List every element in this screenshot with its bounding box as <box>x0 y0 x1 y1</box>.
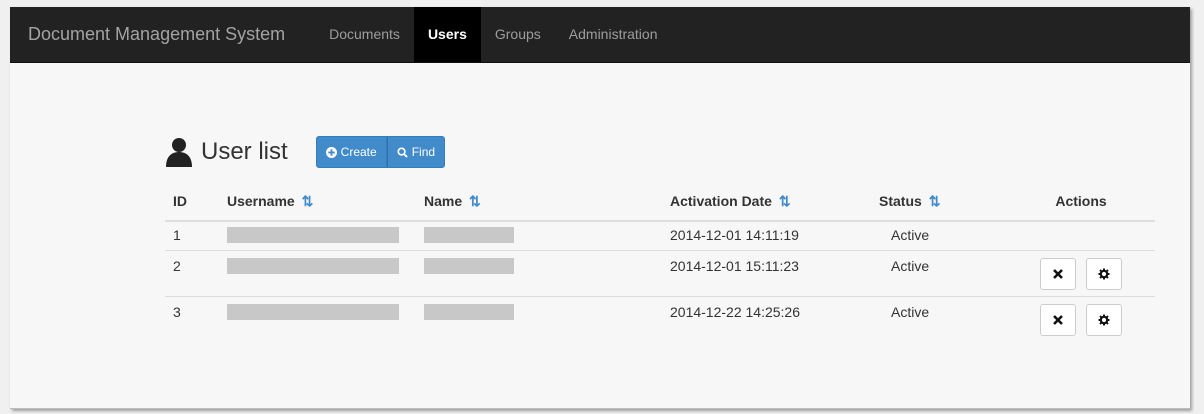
header-button-group: Create Find <box>315 136 446 168</box>
column-header-actions: Actions <box>1007 182 1155 222</box>
nav-groups[interactable]: Groups <box>481 7 555 62</box>
table-row: 2 2014-12-01 15:11:23 Active <box>165 250 1155 297</box>
cell-name <box>416 296 662 342</box>
user-icon <box>166 138 192 167</box>
create-button[interactable]: Create <box>315 136 387 168</box>
close-icon <box>1053 315 1063 325</box>
cell-name <box>416 221 662 251</box>
page-title: User list <box>201 138 288 165</box>
column-header-id-label: ID <box>173 193 187 209</box>
delete-user-button[interactable] <box>1040 304 1077 336</box>
brand-link[interactable]: Document Management System <box>10 7 285 62</box>
column-header-name-label: Name <box>424 192 463 209</box>
cell-activation-date: 2014-12-01 15:11:23 <box>662 250 871 297</box>
redacted-name <box>424 304 514 320</box>
sort-username-icon[interactable]: ⇅ <box>302 193 314 209</box>
cell-id: 1 <box>173 227 181 243</box>
nav-users[interactable]: Users <box>413 7 481 62</box>
plus-circle-icon <box>325 146 337 158</box>
cell-name <box>416 250 662 297</box>
cell-username <box>219 221 416 251</box>
sort-activation-date-icon[interactable]: ⇅ <box>779 193 791 209</box>
cell-status: Active <box>891 227 930 243</box>
gear-icon <box>1098 268 1110 280</box>
cell-status: Active <box>871 296 1007 342</box>
cell-activation-date: 2014-12-01 14:11:19 <box>670 227 799 243</box>
cell-activation-date: 2014-12-22 14:25:26 <box>662 296 871 342</box>
column-header-status: Status ⇅ <box>871 182 1007 222</box>
create-button-label: Create <box>340 145 377 159</box>
close-icon <box>1053 269 1063 279</box>
redacted-username <box>227 304 399 320</box>
find-button[interactable]: Find <box>386 136 446 168</box>
table-header-row: ID Username ⇅ Name ⇅ Activation Date ⇅ S… <box>165 182 1155 222</box>
column-header-status-label: Status <box>879 192 922 209</box>
cell-actions <box>1007 221 1155 251</box>
settings-user-button[interactable] <box>1085 258 1122 290</box>
table-row: 1 2014-12-01 14:11:19 Active <box>165 221 1155 251</box>
top-navbar: Document Management System Documents Use… <box>10 7 1190 63</box>
delete-user-button[interactable] <box>1040 258 1077 290</box>
page-header: User list Create Find <box>165 132 1155 172</box>
cell-actions <box>1007 250 1155 297</box>
nav-administration[interactable]: Administration <box>555 7 672 62</box>
sort-status-icon[interactable]: ⇅ <box>929 193 941 209</box>
gear-icon <box>1098 314 1110 326</box>
column-header-username: Username ⇅ <box>219 182 416 222</box>
column-header-actions-label: Actions <box>1055 193 1107 209</box>
cell-actions <box>1007 296 1155 342</box>
cell-id: 3 <box>165 296 219 342</box>
user-table: ID Username ⇅ Name ⇅ Activation Date ⇅ S… <box>165 182 1155 342</box>
sort-name-icon[interactable]: ⇅ <box>469 193 481 209</box>
cell-status: Active <box>871 250 1007 297</box>
redacted-name <box>424 227 514 243</box>
find-button-label: Find <box>411 145 436 159</box>
table-row: 3 2014-12-22 14:25:26 Active <box>165 296 1155 342</box>
cell-username <box>219 296 416 342</box>
redacted-name <box>424 258 514 274</box>
cell-id: 2 <box>165 250 219 297</box>
search-icon <box>397 146 408 158</box>
main-content: User list Create Find ID Username ⇅ Name… <box>165 132 1155 342</box>
column-header-activation-date: Activation Date ⇅ <box>662 182 871 222</box>
column-header-activation-date-label: Activation Date <box>670 192 772 209</box>
cell-username <box>219 250 416 297</box>
settings-user-button[interactable] <box>1085 304 1122 336</box>
column-header-id: ID <box>165 182 219 222</box>
page-frame: Document Management System Documents Use… <box>10 7 1190 409</box>
column-header-username-label: Username <box>227 192 295 209</box>
column-header-name: Name ⇅ <box>416 182 662 222</box>
redacted-username <box>227 227 399 243</box>
nav-documents[interactable]: Documents <box>315 7 414 62</box>
redacted-username <box>227 258 399 274</box>
